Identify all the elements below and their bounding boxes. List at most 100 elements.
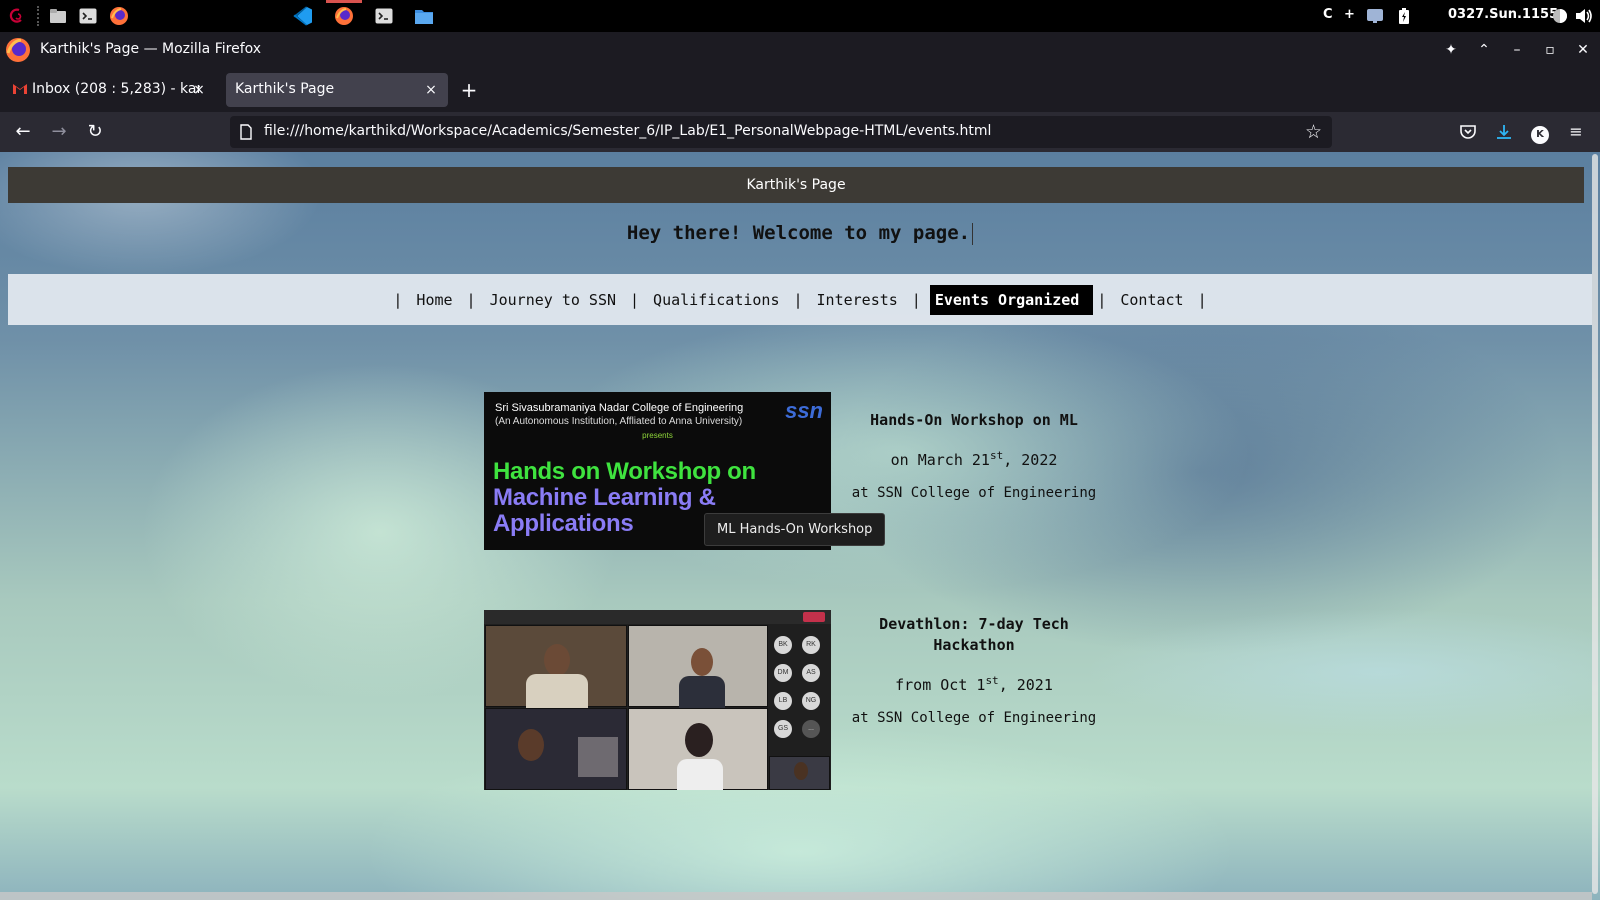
participant-face xyxy=(685,723,713,757)
navigation-toolbar: ← → ↻ file:///home/karthikd/Workspace/Ac… xyxy=(0,112,1600,152)
event-date-sup: st xyxy=(985,674,999,687)
page-viewport[interactable]: Karthik's Page Hey there! Welcome to my … xyxy=(0,152,1600,900)
nav-separator: | xyxy=(911,290,921,309)
vertical-scrollbar[interactable] xyxy=(1592,154,1598,894)
nav-link-home[interactable]: Home xyxy=(411,287,457,313)
welcome-text: Hey there! Welcome to my page. xyxy=(626,222,971,244)
event-date: from Oct 1st, 2021 xyxy=(838,674,1110,694)
minimize-icon[interactable]: – xyxy=(1507,40,1527,60)
background-window xyxy=(578,737,618,777)
poster-affiliation: (An Autonomous Institution, Affliated to… xyxy=(495,416,743,427)
pin-icon[interactable]: ✦ xyxy=(1441,40,1461,60)
nav-link-contact[interactable]: Contact xyxy=(1115,287,1188,313)
pocket-icon[interactable] xyxy=(1457,121,1479,143)
participant-avatar: RK xyxy=(802,636,820,654)
battery-icon[interactable] xyxy=(1393,5,1415,27)
nav-separator: | xyxy=(1097,290,1107,309)
participant-avatar: NG xyxy=(802,692,820,710)
account-initial: K xyxy=(1531,126,1549,144)
firefox-launcher-icon[interactable] xyxy=(108,5,130,27)
back-icon[interactable]: ← xyxy=(12,121,34,143)
chevron-up-icon[interactable]: ⌃ xyxy=(1474,40,1494,60)
debian-logo-icon[interactable] xyxy=(6,5,28,27)
firefox-window-icon[interactable] xyxy=(333,5,355,27)
brightness-icon[interactable] xyxy=(1549,5,1571,27)
participant-tile xyxy=(485,625,627,708)
hackathon-video-call-image[interactable]: BK RK DM AS LB NG GS ... xyxy=(484,610,831,790)
event-1-info: Hands-On Workshop on ML on March 21st, 2… xyxy=(838,410,1110,501)
vscode-window-icon[interactable] xyxy=(292,5,314,27)
terminal-window-icon[interactable] xyxy=(373,5,395,27)
folder-window-icon[interactable] xyxy=(413,5,435,27)
event-place: at SSN College of Engineering xyxy=(851,710,1097,726)
participant-face xyxy=(544,644,570,676)
active-window-indicator xyxy=(326,0,362,3)
file-manager-launcher-icon[interactable] xyxy=(47,5,69,27)
nav-separator: | xyxy=(393,290,403,309)
hamburger-menu-icon[interactable]: ≡ xyxy=(1565,121,1587,143)
bookmark-star-icon[interactable]: ☆ xyxy=(1305,121,1322,143)
participant-avatar: ... xyxy=(802,720,820,738)
volume-icon[interactable] xyxy=(1573,5,1595,27)
event-2-info: Devathlon: 7-day Tech Hackathon from Oct… xyxy=(838,614,1110,726)
downloads-icon[interactable] xyxy=(1493,121,1515,143)
poster-presents: presents xyxy=(642,431,673,440)
event-title: Devathlon: 7-day Tech Hackathon xyxy=(879,615,1069,654)
tab-close-icon[interactable]: × xyxy=(422,81,440,99)
forward-icon[interactable]: → xyxy=(48,121,70,143)
event-date-suffix: , 2022 xyxy=(1003,451,1058,469)
system-taskbar: C + 0327.Sun.1155 xyxy=(0,0,1600,32)
participant-tile xyxy=(485,708,627,790)
window-titlebar[interactable]: Karthik's Page — Mozilla Firefox ✦ ⌃ – ▫… xyxy=(0,32,1600,68)
taskbar-separator xyxy=(37,6,39,26)
maximize-icon[interactable]: ▫ xyxy=(1540,40,1560,60)
participant-tile xyxy=(628,708,768,790)
event-date-sup: st xyxy=(989,449,1004,462)
participant-avatar: BK xyxy=(774,636,792,654)
tab-close-icon[interactable]: × xyxy=(190,81,208,99)
welcome-heading: Hey there! Welcome to my page. xyxy=(0,222,1600,245)
image-tooltip: ML Hands-On Workshop xyxy=(704,513,886,546)
event-date-prefix: from Oct 1 xyxy=(895,676,986,694)
clock[interactable]: 0327.Sun.1155 xyxy=(1448,7,1558,22)
new-tab-button[interactable]: + xyxy=(458,80,480,102)
file-page-icon xyxy=(240,124,254,140)
tab-inbox[interactable]: Inbox (208 : 5,283) - karthikd × xyxy=(4,73,216,107)
terminal-launcher-icon[interactable] xyxy=(77,5,99,27)
tray-app-icon[interactable] xyxy=(1364,5,1386,27)
tray-indicator[interactable]: C xyxy=(1323,7,1333,22)
site-header: Karthik's Page xyxy=(8,167,1584,203)
close-window-icon[interactable]: ✕ xyxy=(1573,40,1593,60)
participant-shirt xyxy=(679,676,725,708)
self-view-tile xyxy=(769,756,830,790)
gmail-icon xyxy=(12,83,28,97)
poster-heading-purple-line1: Machine Learning & xyxy=(493,484,716,511)
nav-separator: | xyxy=(1197,290,1207,309)
site-title: Karthik's Page xyxy=(746,177,846,193)
reload-icon[interactable]: ↻ xyxy=(84,121,106,143)
ssn-logo: ssn xyxy=(785,398,823,423)
poster-heading-purple-line2: Applications xyxy=(493,510,634,537)
tab-karthiks-page[interactable]: Karthik's Page × xyxy=(226,73,448,107)
leave-call-button xyxy=(803,612,825,622)
nav-link-interests[interactable]: Interests xyxy=(812,287,903,313)
poster-heading-green: Hands on Workshop on xyxy=(493,458,756,485)
nav-link-qualifications[interactable]: Qualifications xyxy=(648,287,784,313)
participant-avatar: AS xyxy=(802,664,820,682)
participant-avatar: LB xyxy=(774,692,792,710)
nav-separator: | xyxy=(466,290,476,309)
nav-link-events[interactable]: Events Organized xyxy=(929,284,1094,315)
video-call-toolbar xyxy=(484,610,831,624)
participant-avatar: DM xyxy=(774,664,792,682)
url-bar[interactable]: file:///home/karthikd/Workspace/Academic… xyxy=(230,116,1332,148)
text-caret xyxy=(972,222,974,245)
participant-face xyxy=(691,648,713,676)
account-avatar[interactable]: K xyxy=(1529,121,1551,144)
participant-avatar: GS xyxy=(774,720,792,738)
url-text[interactable]: file:///home/karthikd/Workspace/Academic… xyxy=(264,123,991,139)
nav-link-journey[interactable]: Journey to SSN xyxy=(485,287,621,313)
horizontal-scrollbar[interactable] xyxy=(0,892,1592,900)
event-date-suffix: , 2021 xyxy=(998,676,1053,694)
participant-tile xyxy=(628,625,768,708)
tray-add-icon[interactable]: + xyxy=(1344,7,1355,22)
